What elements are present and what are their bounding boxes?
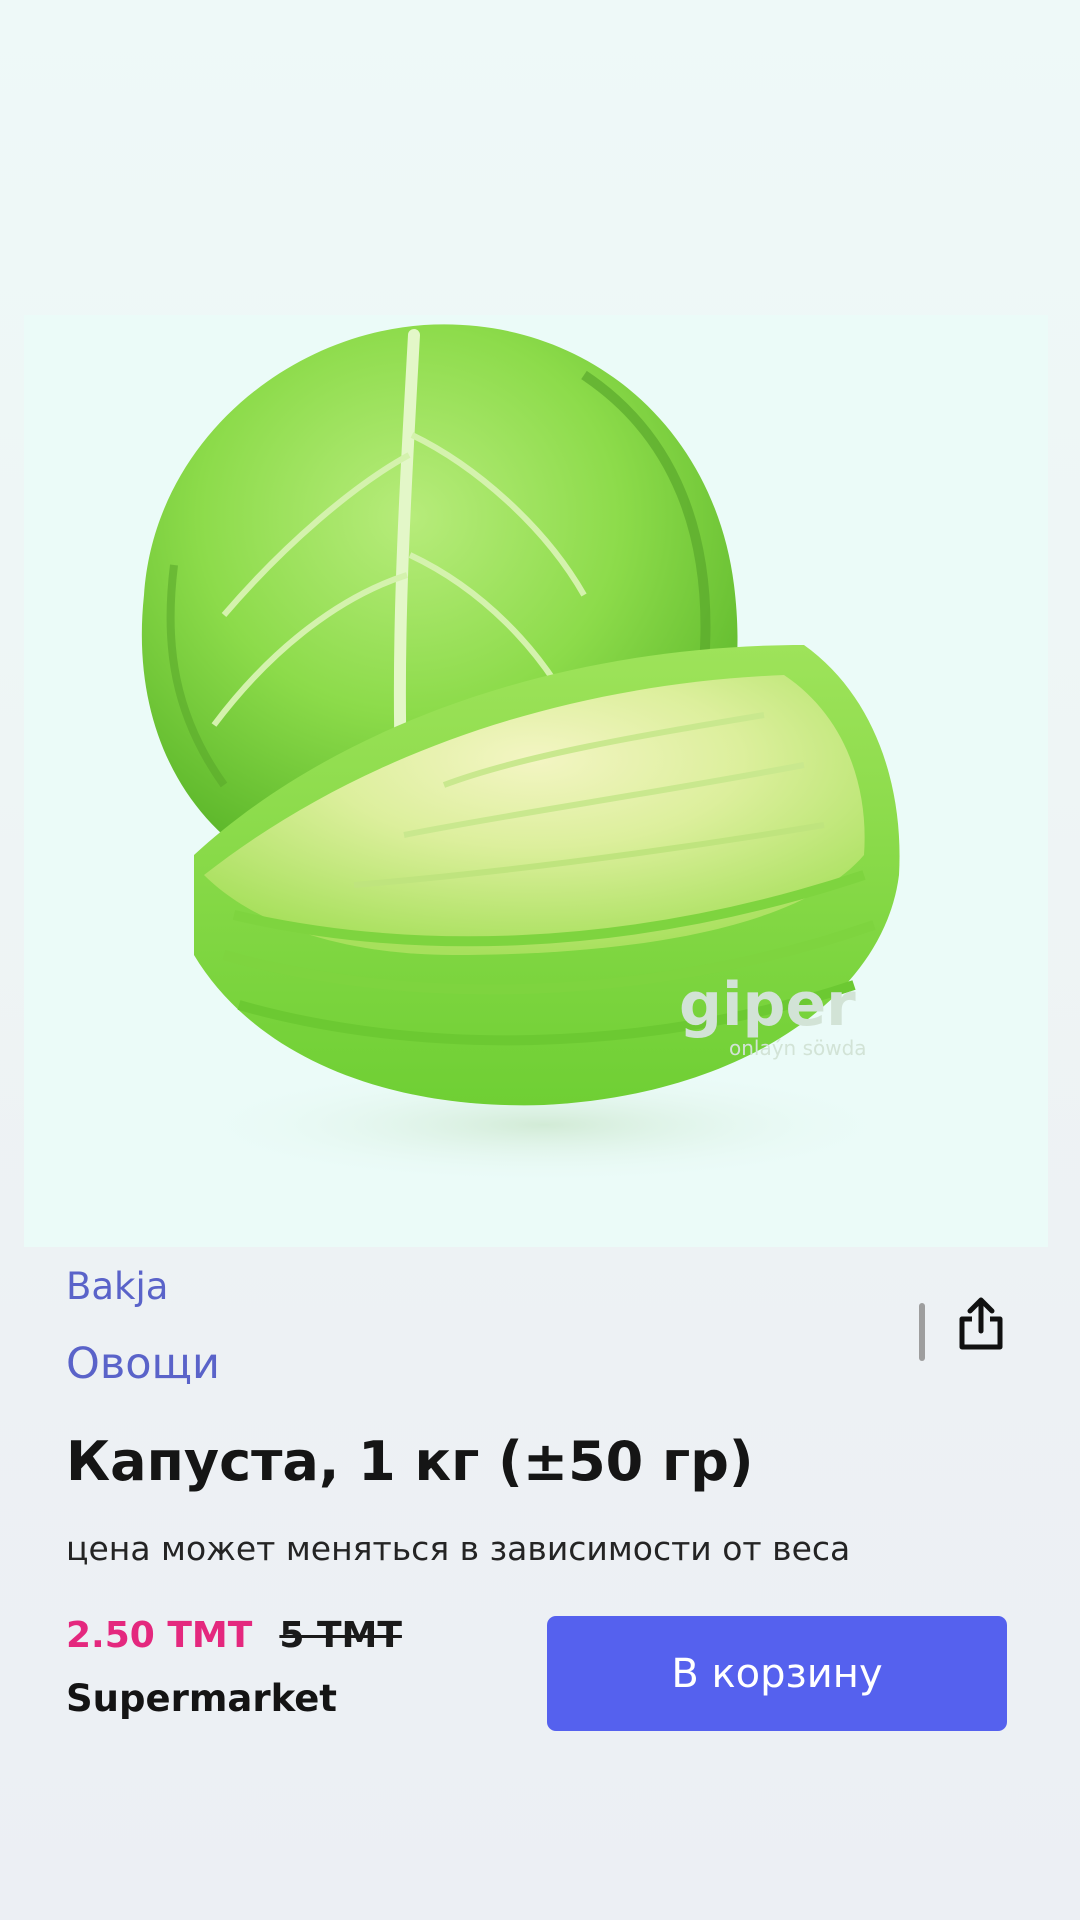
watermark-logo: giper bbox=[679, 970, 856, 1040]
store-name: Supermarket bbox=[66, 1677, 337, 1720]
watermark-tagline: onlaýn söwda bbox=[729, 1036, 867, 1060]
price-note: цена может меняться в зависимости от вес… bbox=[66, 1529, 851, 1568]
price-old: 5 TMT bbox=[279, 1615, 402, 1656]
share-button[interactable] bbox=[946, 1289, 1016, 1359]
product-image[interactable]: giper onlaýn söwda bbox=[24, 315, 1048, 1247]
add-to-cart-button[interactable]: В корзину bbox=[547, 1616, 1007, 1731]
cabbage-image: giper onlaýn söwda bbox=[141, 324, 904, 1185]
price-current: 2.50 TMT bbox=[66, 1615, 253, 1656]
share-icon bbox=[959, 1297, 1003, 1350]
category-link[interactable]: Bakja bbox=[66, 1265, 168, 1308]
subcategory-link[interactable]: Овощи bbox=[66, 1339, 220, 1389]
divider bbox=[919, 1303, 925, 1361]
product-title: Капуста, 1 кг (±50 гр) bbox=[66, 1430, 754, 1493]
price-block: 2.50 TMT 5 TMT bbox=[66, 1615, 402, 1656]
